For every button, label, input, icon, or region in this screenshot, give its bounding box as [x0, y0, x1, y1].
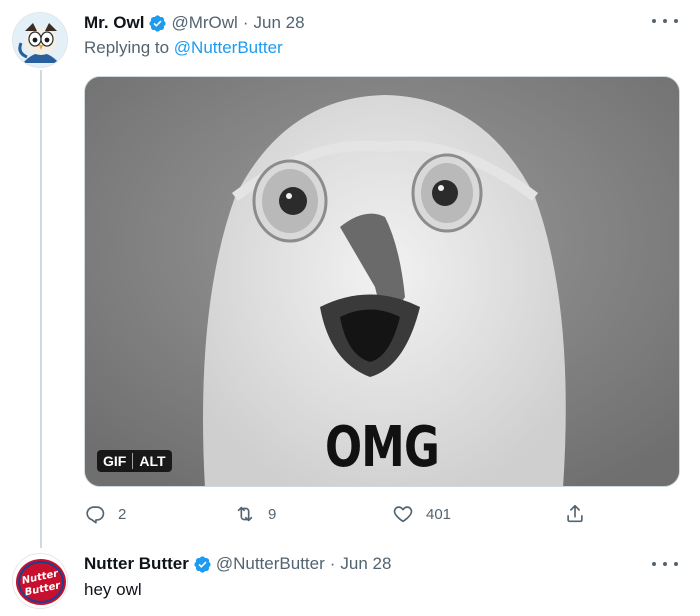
- more-dots-icon: [652, 19, 656, 23]
- author-handle[interactable]: @MrOwl: [171, 13, 237, 33]
- separator-dot: ·: [329, 554, 336, 573]
- avatar-mr-owl[interactable]: [12, 12, 68, 68]
- more-dots-icon: [652, 562, 656, 566]
- share-icon: [567, 504, 583, 523]
- author-name[interactable]: Mr. Owl: [84, 13, 144, 33]
- reply-icon: [86, 506, 105, 524]
- retweet-button[interactable]: 9: [234, 503, 276, 525]
- gif-badge: GIF: [103, 453, 127, 469]
- gif-alt-badges: GIF ALT: [97, 450, 172, 472]
- reply-tweet-header: Nutter Butter @NutterButter · Jun 28: [84, 554, 391, 574]
- share-button[interactable]: [564, 503, 598, 525]
- thread-connector-line: [40, 70, 42, 548]
- tweet-date[interactable]: Jun 28: [254, 13, 305, 33]
- tweet-header: Mr. Owl @MrOwl · Jun 28: [84, 13, 305, 33]
- nutter-butter-logo: Nutter Butter: [13, 554, 67, 608]
- gif-caption-omg: OMG: [324, 415, 440, 480]
- reply-count: 2: [118, 505, 127, 523]
- retweet-count: 9: [268, 505, 277, 523]
- heart-icon: [393, 506, 413, 523]
- reply-button[interactable]: 2: [84, 503, 126, 525]
- replying-to-label: Replying to: [84, 38, 170, 57]
- reply-more-options-button[interactable]: [652, 555, 678, 573]
- separator-dot: ·: [242, 13, 249, 32]
- alt-badge[interactable]: ALT: [133, 450, 171, 472]
- replying-to-line: Replying to @NutterButter: [84, 38, 283, 58]
- reply-date[interactable]: Jun 28: [340, 554, 391, 574]
- tweet-action-bar: 2 9 401: [84, 503, 604, 527]
- reply-author-name[interactable]: Nutter Butter: [84, 554, 189, 574]
- replying-to-mention-link[interactable]: @NutterButter: [174, 38, 283, 57]
- more-options-button[interactable]: [652, 12, 678, 30]
- owl-avatar-image: [13, 13, 67, 67]
- like-button[interactable]: 401: [392, 503, 451, 525]
- like-count: 401: [426, 505, 452, 523]
- reply-author-handle[interactable]: @NutterButter: [216, 554, 325, 574]
- retweet-icon: [237, 506, 253, 522]
- verified-badge-icon: [194, 555, 211, 573]
- verified-badge-icon: [149, 14, 167, 32]
- reply-text: hey owl: [84, 580, 142, 599]
- tweet-media-gif[interactable]: OMG GIF ALT: [84, 76, 680, 487]
- avatar-nutter-butter[interactable]: Nutter Butter: [12, 553, 68, 609]
